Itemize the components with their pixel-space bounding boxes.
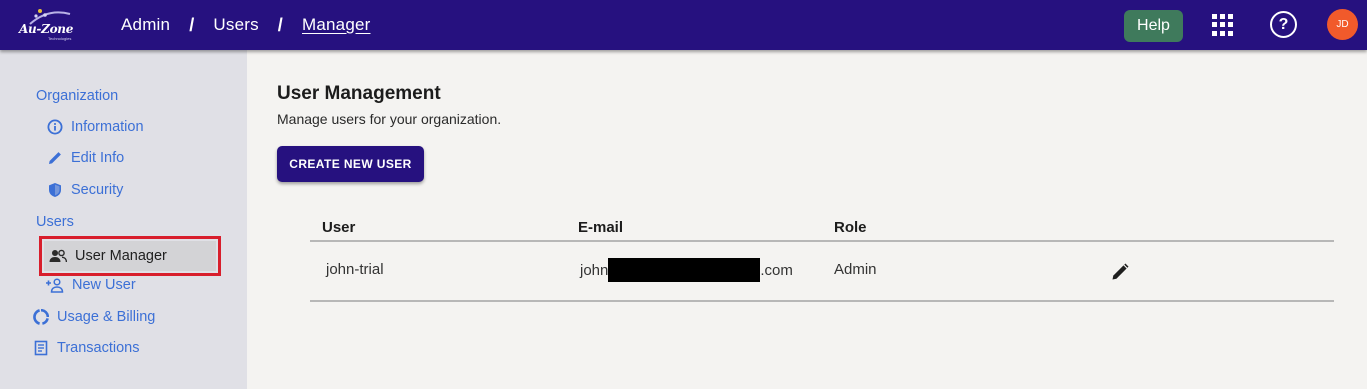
top-bar: Au-Zone Technologies Admin / Users / Man… — [0, 0, 1367, 50]
avatar[interactable]: JD — [1327, 9, 1358, 40]
receipt-icon — [34, 340, 48, 356]
email-suffix: .com — [760, 261, 793, 279]
sidebar-item-edit-info[interactable]: Edit Info — [47, 150, 124, 166]
sidebar-item-user-manager[interactable]: User Manager — [39, 236, 221, 276]
sidebar: Organization Information Edit Info Secur… — [0, 50, 247, 389]
breadcrumb-users[interactable]: Users — [213, 15, 258, 35]
question-circle-icon[interactable]: ? — [1270, 11, 1297, 38]
sidebar-item-usage-billing[interactable]: Usage & Billing — [33, 309, 155, 325]
email-cell: john .com — [580, 258, 793, 282]
role-cell: Admin — [834, 261, 877, 278]
breadcrumb-manager[interactable]: Manager — [302, 15, 371, 35]
sidebar-group-organization[interactable]: Organization — [36, 88, 118, 104]
sidebar-item-label: User Manager — [75, 248, 167, 264]
sidebar-item-label: Information — [71, 119, 144, 135]
breadcrumb: Admin / Users / Manager — [121, 13, 371, 37]
sidebar-item-label: Edit Info — [71, 150, 125, 166]
sidebar-item-security[interactable]: Security — [47, 182, 123, 198]
sidebar-item-transactions[interactable]: Transactions — [33, 340, 139, 356]
sidebar-item-label: Security — [71, 182, 124, 198]
email-prefix: john — [580, 261, 609, 279]
user-cell: john-trial — [326, 261, 384, 278]
breadcrumb-admin[interactable]: Admin — [121, 15, 170, 35]
sidebar-item-label: Usage & Billing — [57, 309, 156, 325]
sidebar-group-users[interactable]: Users — [36, 214, 74, 230]
company-logo[interactable]: Au-Zone Technologies — [18, 6, 78, 44]
table-row[interactable]: john-trial john .com Admin — [310, 242, 1334, 302]
page-title: User Management — [277, 83, 441, 104]
breadcrumb-separator: / — [189, 14, 195, 35]
apps-grid-icon[interactable] — [1212, 14, 1234, 36]
create-new-user-button[interactable]: CREATE NEW USER — [277, 146, 424, 182]
sidebar-item-label: Transactions — [57, 340, 140, 356]
sidebar-item-label: New User — [72, 277, 136, 293]
sidebar-item-information[interactable]: Information — [47, 119, 144, 135]
people-icon — [49, 249, 67, 263]
sidebar-item-new-user[interactable]: New User — [45, 277, 136, 293]
edit-pencil-icon[interactable] — [1110, 262, 1130, 282]
column-header-user[interactable]: User — [322, 219, 355, 236]
shield-icon — [49, 183, 61, 197]
logo-text: Au-Zone — [19, 22, 74, 36]
page-subtitle: Manage users for your organization. — [277, 111, 502, 127]
redaction-block — [608, 258, 761, 282]
pencil-icon — [49, 152, 61, 164]
info-circle-icon — [47, 119, 63, 135]
table-header: User E-mail Role — [310, 215, 1334, 242]
column-header-role[interactable]: Role — [834, 219, 867, 236]
main-content: User Management Manage users for your or… — [247, 50, 1367, 389]
breadcrumb-separator: / — [277, 14, 283, 35]
column-header-email[interactable]: E-mail — [578, 219, 623, 236]
help-button[interactable]: Help — [1124, 10, 1183, 42]
add-person-icon — [46, 277, 64, 293]
users-table: User E-mail Role john-trial john .com Ad… — [310, 215, 1334, 302]
logo-subtext: Technologies — [48, 36, 72, 41]
donut-chart-icon — [33, 309, 49, 325]
